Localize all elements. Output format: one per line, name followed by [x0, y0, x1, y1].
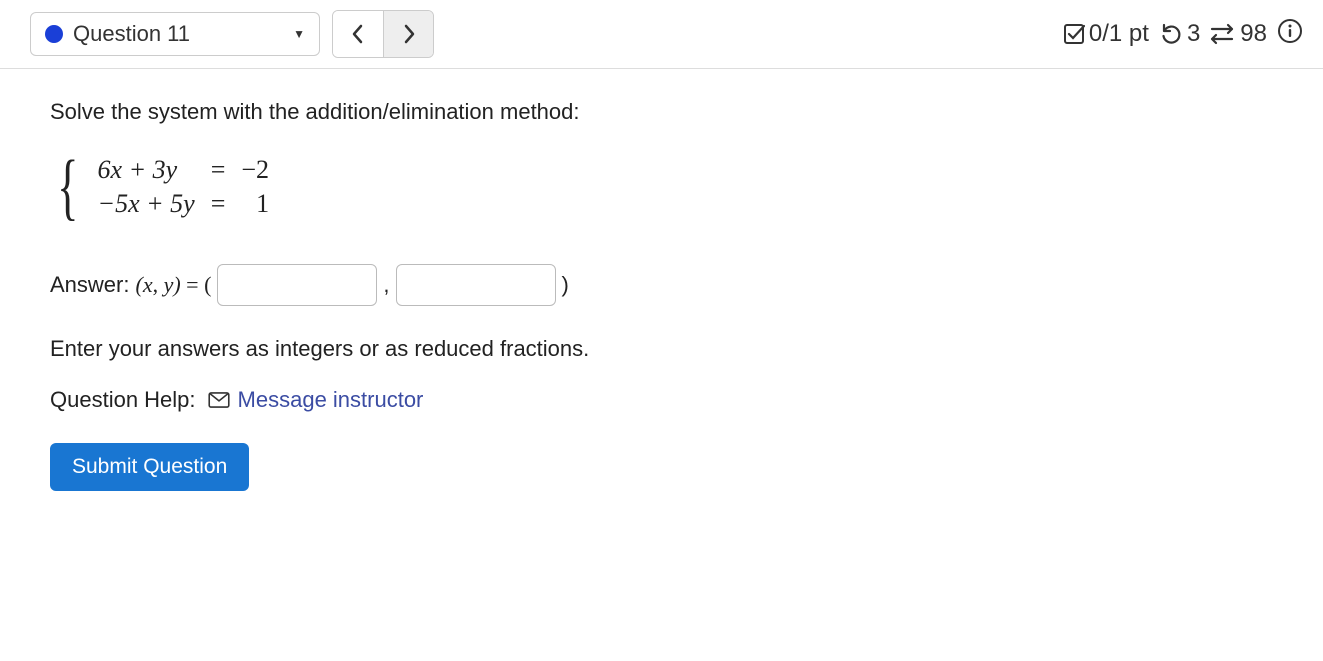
score-status: 0/1 pt [1063, 20, 1149, 48]
answer-comma: , [383, 272, 389, 298]
answer-y-input[interactable] [396, 264, 556, 306]
status-area: 0/1 pt 3 98 [1063, 18, 1303, 51]
status-dot-icon [45, 25, 63, 43]
help-label: Question Help: [50, 387, 196, 413]
info-button[interactable] [1277, 18, 1303, 51]
question-number-label: Question 11 [73, 21, 283, 47]
eq1-lhs: 6x + 3y [90, 153, 203, 187]
answer-row: Answer: (x, y) = ( , ) [50, 264, 850, 306]
attempts-status: 98 [1210, 20, 1267, 48]
eq2-rhs: 1 [233, 187, 277, 221]
eq1-equals: = [203, 153, 234, 187]
help-row: Question Help: Message instructor [50, 387, 850, 413]
retries-status: 3 [1159, 20, 1200, 48]
question-header: Question 11 ▼ 0/1 pt 3 98 [0, 0, 1323, 69]
answer-close-paren: ) [562, 272, 569, 298]
submit-question-button[interactable]: Submit Question [50, 443, 249, 491]
message-instructor-text: Message instructor [238, 387, 424, 413]
shuffle-icon [1210, 23, 1236, 45]
brace-icon: { [57, 150, 78, 224]
retries-text: 3 [1187, 20, 1200, 48]
score-text: 0/1 pt [1089, 20, 1149, 48]
eq2-equals: = [203, 187, 234, 221]
question-prompt: Solve the system with the addition/elimi… [50, 99, 850, 125]
chevron-down-icon: ▼ [293, 27, 305, 41]
nav-buttons-group [332, 10, 434, 58]
equation-system: { 6x + 3y = −2 −5x + 5y = 1 [50, 150, 850, 224]
chevron-left-icon [351, 24, 365, 44]
attempts-text: 98 [1240, 20, 1267, 48]
question-selector-dropdown[interactable]: Question 11 ▼ [30, 12, 320, 56]
checkbox-icon [1063, 23, 1085, 45]
question-content: Solve the system with the addition/elimi… [0, 69, 900, 521]
prev-question-button[interactable] [333, 11, 383, 57]
chevron-right-icon [402, 24, 416, 44]
answer-x-input[interactable] [217, 264, 377, 306]
eq1-rhs: −2 [233, 153, 277, 187]
message-instructor-link[interactable]: Message instructor [208, 387, 424, 413]
next-question-button[interactable] [383, 11, 433, 57]
answer-label: Answer: [50, 272, 129, 298]
eq2-lhs: −5x + 5y [90, 187, 203, 221]
equation-table: 6x + 3y = −2 −5x + 5y = 1 [90, 153, 278, 221]
info-icon [1277, 18, 1303, 44]
envelope-icon [208, 392, 230, 408]
answer-hint: Enter your answers as integers or as red… [50, 336, 850, 362]
answer-variable-label: (x, y) = ( [135, 272, 211, 298]
retry-icon [1159, 22, 1183, 46]
